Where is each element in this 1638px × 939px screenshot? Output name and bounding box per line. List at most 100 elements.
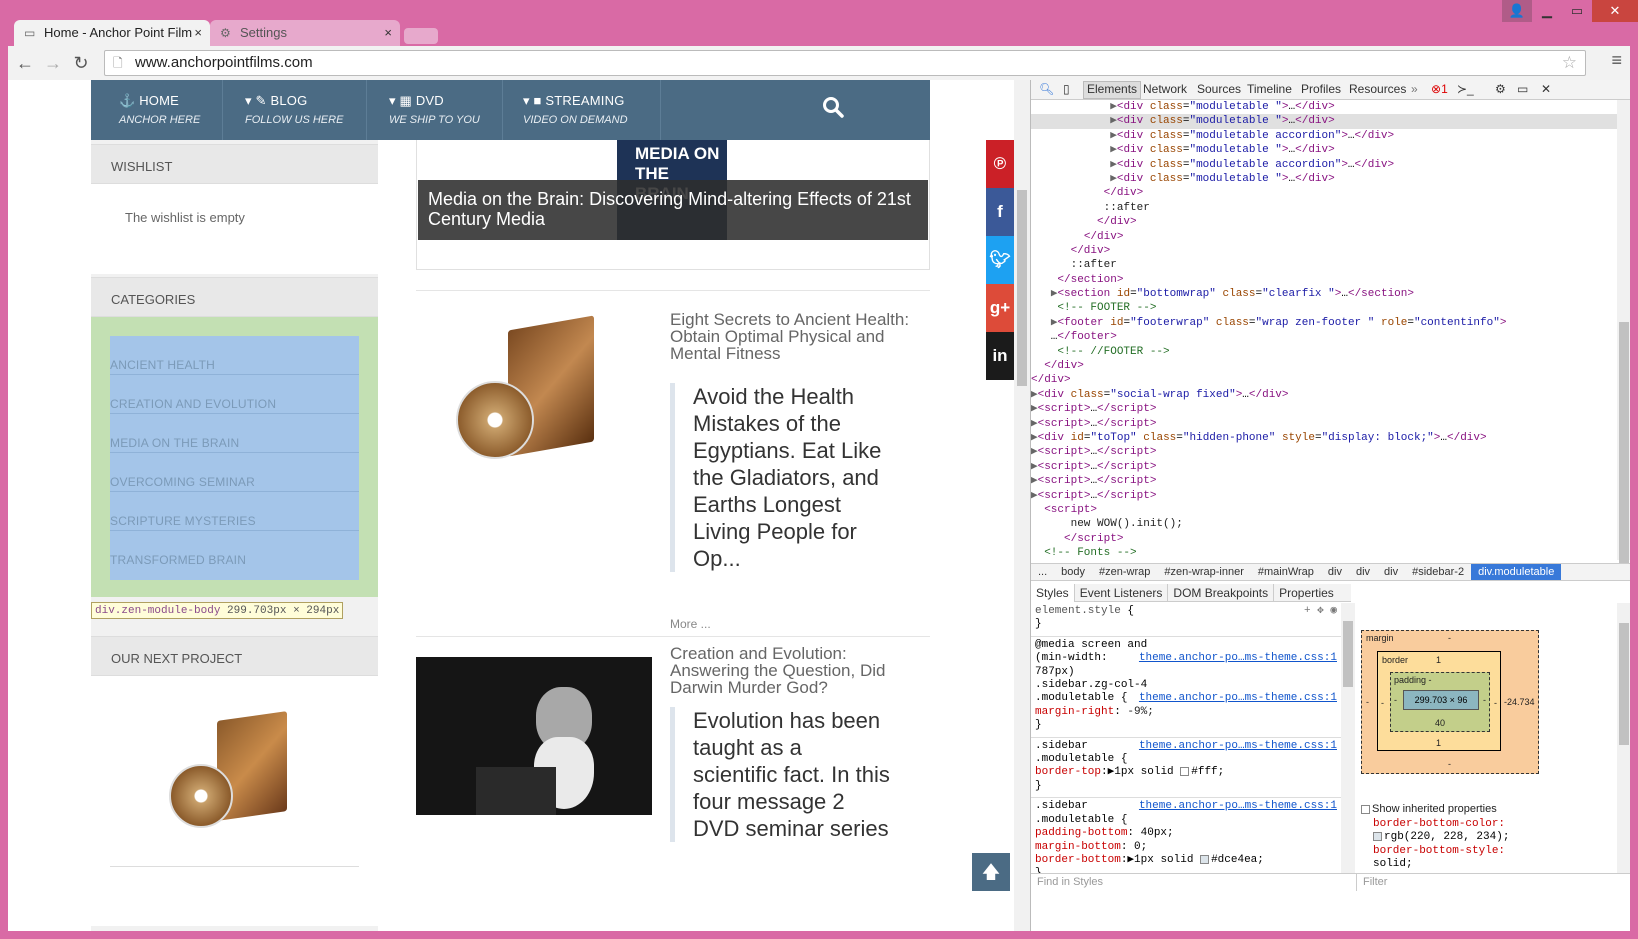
dom-node[interactable]: ::after: [1031, 201, 1621, 215]
computed-scrollbar[interactable]: [1617, 603, 1630, 873]
twitter-icon[interactable]: 🐦︎: [986, 236, 1014, 284]
bookmark-star-icon[interactable]: ☆: [1562, 51, 1577, 75]
dom-node[interactable]: </div>: [1031, 230, 1621, 244]
tab-event-listeners[interactable]: Event Listeners: [1075, 584, 1169, 602]
show-inherited-checkbox[interactable]: Show inherited properties: [1361, 803, 1497, 815]
breadcrumb-item[interactable]: #mainWrap: [1251, 564, 1321, 580]
more-tabs-icon[interactable]: »: [1411, 82, 1418, 96]
filter-input[interactable]: Filter: [1356, 873, 1630, 891]
inspect-search-icon[interactable]: 🔍︎: [1039, 82, 1054, 96]
dom-node[interactable]: ▶<script>…</script>: [1031, 474, 1621, 488]
dom-node[interactable]: <!-- //FOOTER -->: [1031, 345, 1621, 359]
dom-node[interactable]: <!-- FOOTER -->: [1031, 301, 1621, 315]
dom-node[interactable]: ▶<div class="moduletable accordion">…</d…: [1031, 158, 1621, 172]
close-tab-icon[interactable]: ×: [384, 20, 392, 46]
tab-timeline[interactable]: Timeline: [1247, 82, 1292, 96]
chrome-menu-icon[interactable]: ≡: [1611, 50, 1622, 71]
dom-node[interactable]: ▶<footer id="footerwrap" class="wrap zen…: [1031, 316, 1621, 330]
stylesheet-link[interactable]: theme.anchor-po…ms-theme.css:1: [1139, 652, 1337, 665]
dom-node[interactable]: </script>: [1031, 532, 1621, 546]
reload-button[interactable]: ↻: [68, 50, 94, 76]
page-scrollbar[interactable]: [1014, 80, 1030, 931]
category-link[interactable]: ANCIENT HEALTH: [110, 336, 359, 375]
style-rule[interactable]: @media screen and theme.anchor-po…ms-the…: [1031, 637, 1341, 738]
category-link[interactable]: CREATION AND EVOLUTION: [110, 375, 359, 414]
ancient-health-dvd-image[interactable]: [416, 311, 652, 469]
category-link[interactable]: MEDIA ON THE BRAIN: [110, 414, 359, 453]
back-button[interactable]: ←: [12, 50, 38, 76]
breadcrumb-item[interactable]: body: [1054, 564, 1092, 580]
dom-node[interactable]: ▶<div class="moduletable ">…</div>: [1031, 172, 1621, 186]
minimize-button[interactable]: ▁: [1532, 0, 1562, 22]
dom-node[interactable]: <script>: [1031, 503, 1621, 517]
featured-slide[interactable]: MEDIA ON THE BRAIN Media on the Brain: D…: [416, 140, 930, 270]
breadcrumb-item[interactable]: div: [1349, 564, 1377, 580]
breadcrumb-item[interactable]: #zen-wrap-inner: [1157, 564, 1250, 580]
style-rule[interactable]: element.style {+ ✥ ◉ }: [1031, 603, 1341, 637]
dom-node-selected[interactable]: ▶<div class="moduletable ">…</div>: [1031, 114, 1621, 129]
find-in-styles-input[interactable]: Find in Styles: [1031, 873, 1356, 891]
dom-node[interactable]: ▶<script>…</script>: [1031, 402, 1621, 416]
dom-scrollbar[interactable]: [1617, 100, 1630, 564]
dock-side-icon[interactable]: ▭: [1517, 82, 1528, 96]
nav-blog[interactable]: ▾ ✎ BLOG FOLLOW US HERE: [223, 80, 367, 140]
darwin-portrait-image[interactable]: [416, 657, 652, 815]
tab-resources[interactable]: Resources: [1349, 82, 1406, 96]
dom-node[interactable]: </div>: [1031, 215, 1621, 229]
linkedin-icon[interactable]: in: [986, 332, 1014, 380]
device-mode-icon[interactable]: ▯: [1063, 82, 1070, 96]
settings-gear-icon[interactable]: ⚙: [1495, 82, 1506, 96]
forward-button[interactable]: →: [40, 50, 66, 76]
dom-node[interactable]: …</footer>: [1031, 330, 1621, 344]
console-drawer-icon[interactable]: ≻_: [1457, 82, 1474, 96]
close-window-button[interactable]: ✕: [1592, 0, 1638, 22]
google-plus-icon[interactable]: g+: [986, 284, 1014, 332]
dom-node[interactable]: ▶<script>…</script>: [1031, 445, 1621, 459]
dom-node[interactable]: </div>: [1031, 373, 1621, 387]
tab-home[interactable]: ▭ Home - Anchor Point Film ×: [14, 20, 210, 46]
dom-node[interactable]: ▶<div id="toTop" class="hidden-phone" st…: [1031, 431, 1621, 445]
category-link[interactable]: SCRIPTURE MYSTERIES: [110, 492, 359, 531]
dom-node[interactable]: </div>: [1031, 359, 1621, 373]
pinterest-icon[interactable]: ℗: [986, 140, 1014, 188]
post-title[interactable]: Creation and Evolution: Answering the Qu…: [670, 645, 910, 696]
tab-profiles[interactable]: Profiles: [1301, 82, 1341, 96]
nav-home[interactable]: ⚓ HOME ANCHOR HERE: [91, 80, 223, 140]
category-link[interactable]: TRANSFORMED BRAIN: [110, 531, 359, 570]
new-rule-icons[interactable]: + ✥ ◉: [1304, 605, 1337, 618]
dom-node[interactable]: </section>: [1031, 273, 1621, 287]
styles-pane[interactable]: element.style {+ ✥ ◉ } @media screen and…: [1031, 603, 1341, 873]
nav-dvd[interactable]: ▾ ▦ DVD WE SHIP TO YOU: [367, 80, 503, 140]
dom-node[interactable]: ▶<div class="social-wrap fixed">…</div>: [1031, 388, 1621, 402]
close-tab-icon[interactable]: ×: [194, 20, 202, 46]
style-rule[interactable]: .sidebar theme.anchor-po…ms-theme.css:1 …: [1031, 798, 1341, 873]
more-link[interactable]: More ...: [670, 617, 711, 631]
dom-node[interactable]: ▶<div class="moduletable ">…</div>: [1031, 100, 1621, 114]
breadcrumb-item-selected[interactable]: div.moduletable: [1471, 564, 1562, 580]
search-icon[interactable]: [822, 96, 844, 124]
dom-node[interactable]: </div>: [1031, 244, 1621, 258]
breadcrumb-item[interactable]: ...: [1031, 564, 1054, 580]
category-link[interactable]: OVERCOMING SEMINAR: [110, 453, 359, 492]
breadcrumb-item[interactable]: div: [1321, 564, 1349, 580]
tab-properties[interactable]: Properties: [1274, 584, 1339, 602]
stylesheet-link[interactable]: theme.anchor-po…ms-theme.css:1: [1139, 740, 1337, 753]
error-icon[interactable]: ⊗1: [1431, 82, 1448, 96]
close-devtools-icon[interactable]: ✕: [1541, 82, 1551, 96]
dom-node[interactable]: new WOW().init();: [1031, 517, 1621, 531]
tab-dom-breakpoints[interactable]: DOM Breakpoints: [1168, 584, 1275, 602]
facebook-icon[interactable]: f: [986, 188, 1014, 236]
tab-network[interactable]: Network: [1143, 82, 1187, 96]
new-tab-button[interactable]: [404, 28, 438, 44]
tab-styles[interactable]: Styles: [1031, 584, 1075, 602]
user-icon[interactable]: 👤: [1502, 0, 1532, 22]
nav-streaming[interactable]: ▾ ■ STREAMING VIDEO ON DEMAND: [503, 80, 661, 140]
tab-elements[interactable]: Elements: [1083, 81, 1142, 99]
dom-node[interactable]: ▶<section id="bottomwrap" class="clearfi…: [1031, 287, 1621, 301]
maximize-button[interactable]: ▭: [1562, 0, 1592, 22]
breadcrumb-item[interactable]: #zen-wrap: [1092, 564, 1157, 580]
dom-node[interactable]: ▶<script>…</script>: [1031, 417, 1621, 431]
styles-scrollbar[interactable]: [1341, 603, 1355, 873]
breadcrumb-item[interactable]: div: [1377, 564, 1405, 580]
dom-node[interactable]: ▶<script>…</script>: [1031, 460, 1621, 474]
